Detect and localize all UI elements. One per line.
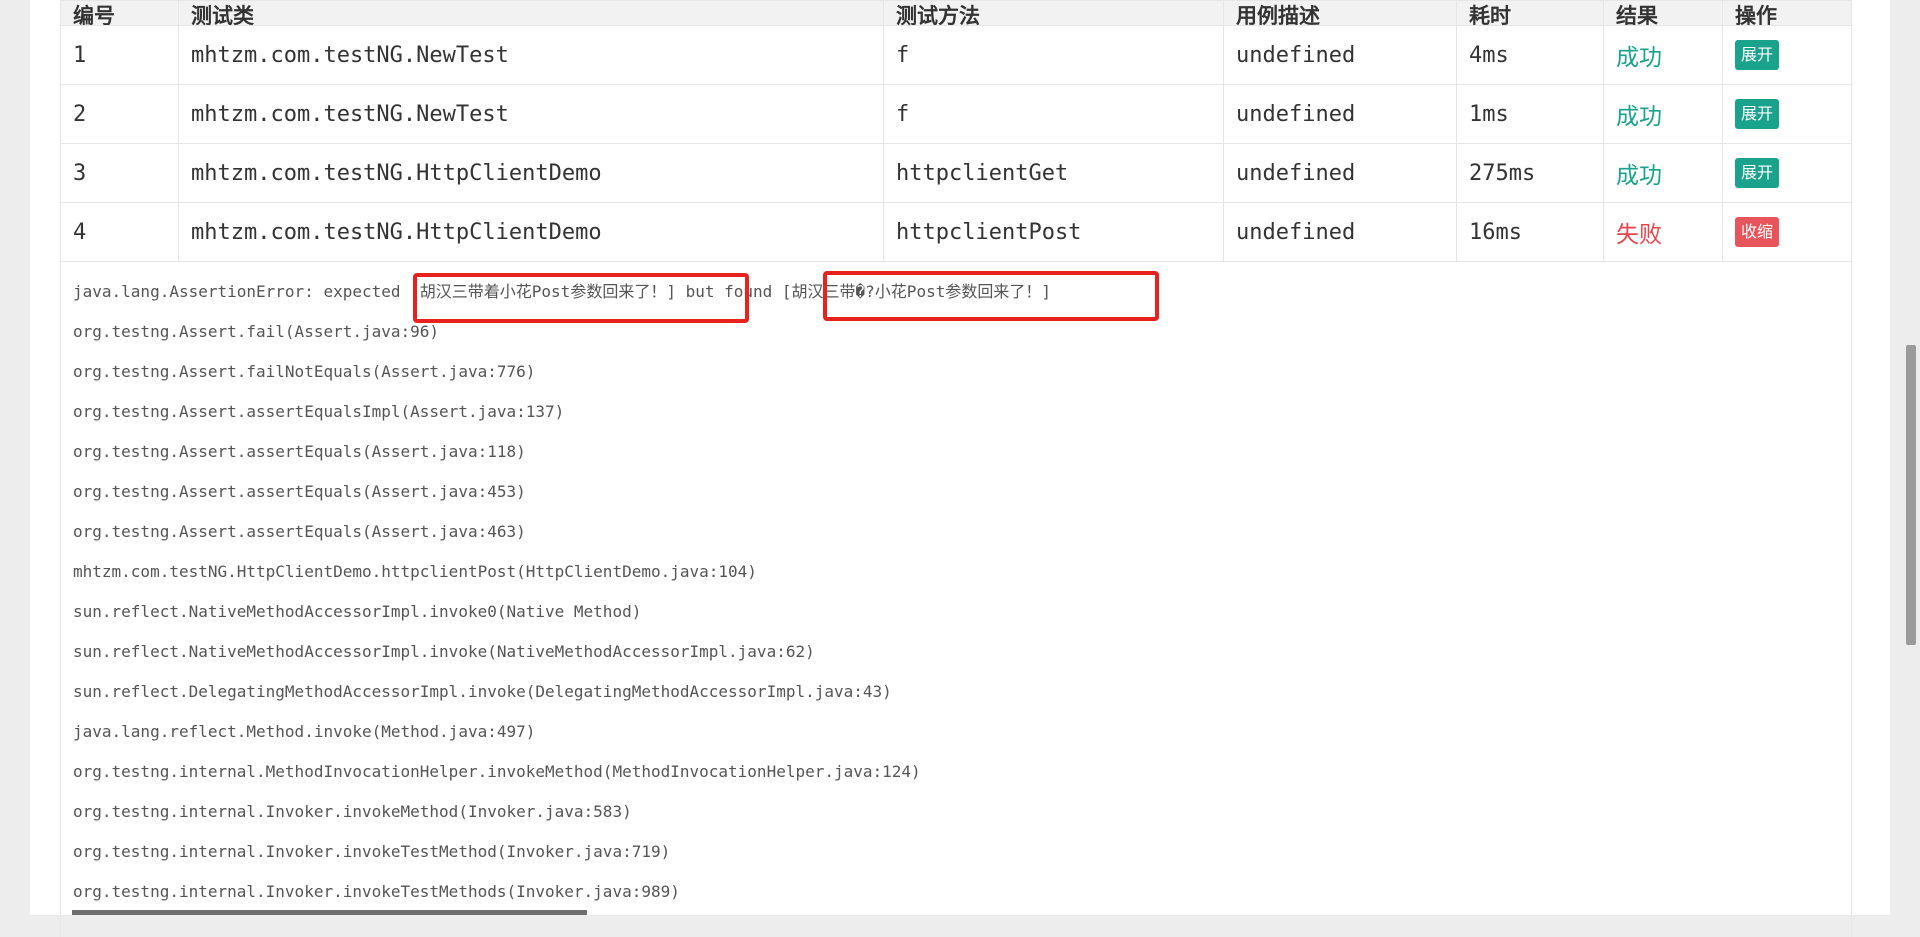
cell-result: 成功: [1604, 26, 1723, 85]
header-test-class: 测试类: [179, 1, 884, 26]
trace-line: org.testng.internal.Invoker.invokeTestMe…: [73, 832, 1839, 872]
trace-line: org.testng.Assert.assertEquals(Assert.ja…: [73, 472, 1839, 512]
cell-result: 成功: [1604, 144, 1723, 203]
cell-action: 展开: [1723, 144, 1852, 203]
expand-button[interactable]: 展开: [1735, 99, 1779, 129]
trace-line: sun.reflect.NativeMethodAccessorImpl.inv…: [73, 632, 1839, 672]
results-table-wrapper: 编号 测试类 测试方法 用例描述 耗时 结果 操作 1 mhtzm.com.te…: [60, 0, 1851, 915]
cell-description: undefined: [1224, 26, 1457, 85]
cell-test-class: mhtzm.com.testNG.NewTest: [179, 85, 884, 144]
cell-action: 展开: [1723, 85, 1852, 144]
cell-test-method: f: [884, 26, 1224, 85]
trace-line: java.lang.reflect.Method.invoke(Method.j…: [73, 712, 1839, 752]
assertion-error-text: java.lang.AssertionError: expected [胡汉三带…: [73, 282, 1051, 301]
header-duration: 耗时: [1457, 1, 1604, 26]
cell-id: 3: [61, 144, 179, 203]
result-success-label: 成功: [1616, 163, 1662, 189]
trace-line: mhtzm.com.testNG.HttpClientDemo.httpclie…: [73, 552, 1839, 592]
cell-test-class: mhtzm.com.testNG.NewTest: [179, 26, 884, 85]
table-row: 2 mhtzm.com.testNG.NewTest f undefined 1…: [61, 85, 1852, 144]
header-result: 结果: [1604, 1, 1723, 26]
trace-line: sun.reflect.DelegatingMethodAccessorImpl…: [73, 672, 1839, 712]
stack-trace: java.lang.AssertionError: expected [胡汉三带…: [61, 262, 1851, 937]
header-case-description: 用例描述: [1224, 1, 1457, 26]
cell-description: undefined: [1224, 203, 1457, 262]
trace-line: org.testng.Assert.assertEquals(Assert.ja…: [73, 432, 1839, 472]
cell-result: 成功: [1604, 85, 1723, 144]
cell-test-method: f: [884, 85, 1224, 144]
collapse-button[interactable]: 收缩: [1735, 217, 1779, 247]
trace-line-assertion: java.lang.AssertionError: expected [胡汉三带…: [73, 272, 1839, 312]
trace-line: org.testng.Assert.failNotEquals(Assert.j…: [73, 352, 1839, 392]
result-fail-label: 失败: [1616, 222, 1662, 248]
trace-row: java.lang.AssertionError: expected [胡汉三带…: [61, 262, 1852, 937]
trace-cell: java.lang.AssertionError: expected [胡汉三带…: [61, 262, 1852, 937]
header-test-method: 测试方法: [884, 1, 1224, 26]
cell-duration: 4ms: [1457, 26, 1604, 85]
header-id: 编号: [61, 1, 179, 26]
horizontal-scrollbar[interactable]: [72, 910, 587, 915]
table-row: 4 mhtzm.com.testNG.HttpClientDemo httpcl…: [61, 203, 1852, 262]
vertical-scrollbar[interactable]: [1900, 0, 1920, 915]
expand-button[interactable]: 展开: [1735, 158, 1779, 188]
table-row: 1 mhtzm.com.testNG.NewTest f undefined 4…: [61, 26, 1852, 85]
results-table: 编号 测试类 测试方法 用例描述 耗时 结果 操作 1 mhtzm.com.te…: [60, 0, 1852, 937]
trace-line: org.testng.internal.Invoker.invokeTestMe…: [73, 872, 1839, 912]
cell-action: 收缩: [1723, 203, 1852, 262]
cell-test-method: httpclientPost: [884, 203, 1224, 262]
cell-id: 1: [61, 26, 179, 85]
cell-description: undefined: [1224, 85, 1457, 144]
cell-result: 失败: [1604, 203, 1723, 262]
trace-line: org.testng.Assert.fail(Assert.java:96): [73, 312, 1839, 352]
trace-line: org.testng.Assert.assertEqualsImpl(Asser…: [73, 392, 1839, 432]
cell-id: 4: [61, 203, 179, 262]
result-success-label: 成功: [1616, 104, 1662, 130]
table-row: 3 mhtzm.com.testNG.HttpClientDemo httpcl…: [61, 144, 1852, 203]
cell-description: undefined: [1224, 144, 1457, 203]
cell-test-class: mhtzm.com.testNG.HttpClientDemo: [179, 144, 884, 203]
trace-line: org.testng.Assert.assertEquals(Assert.ja…: [73, 512, 1839, 552]
cell-id: 2: [61, 85, 179, 144]
header-action: 操作: [1723, 1, 1852, 26]
expand-button[interactable]: 展开: [1735, 40, 1779, 70]
cell-action: 展开: [1723, 26, 1852, 85]
trace-line: org.testng.internal.MethodInvocationHelp…: [73, 752, 1839, 792]
cell-duration: 275ms: [1457, 144, 1604, 203]
table-header-row: 编号 测试类 测试方法 用例描述 耗时 结果 操作: [61, 1, 1852, 26]
scrollbar-thumb[interactable]: [1906, 345, 1916, 645]
trace-line: sun.reflect.NativeMethodAccessorImpl.inv…: [73, 592, 1839, 632]
cell-test-method: httpclientGet: [884, 144, 1224, 203]
result-success-label: 成功: [1616, 45, 1662, 71]
cell-duration: 16ms: [1457, 203, 1604, 262]
cell-duration: 1ms: [1457, 85, 1604, 144]
trace-line: org.testng.internal.Invoker.invokeMethod…: [73, 792, 1839, 832]
cell-test-class: mhtzm.com.testNG.HttpClientDemo: [179, 203, 884, 262]
